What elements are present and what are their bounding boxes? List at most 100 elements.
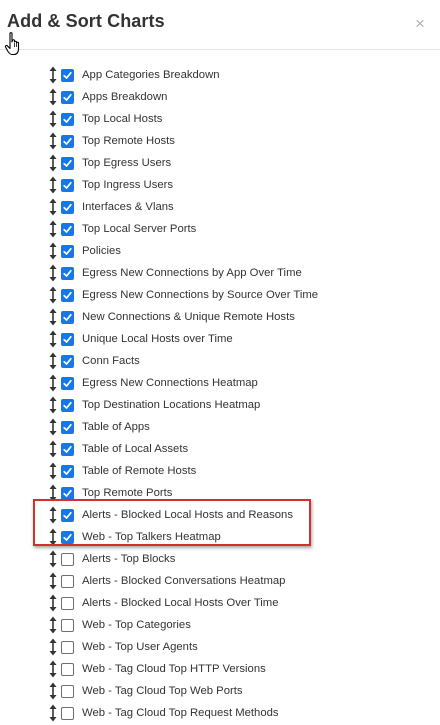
- drag-handle-icon[interactable]: [48, 704, 58, 722]
- chart-list-item[interactable]: Alerts - Blocked Conversations Heatmap: [0, 571, 440, 593]
- chart-list-item[interactable]: Conn Facts: [0, 351, 440, 373]
- drag-handle-icon[interactable]: [48, 572, 58, 590]
- chart-label: Top Destination Locations Heatmap: [82, 399, 261, 411]
- drag-handle-icon[interactable]: [48, 638, 58, 656]
- chart-label: New Connections & Unique Remote Hosts: [82, 311, 295, 323]
- chart-checkbox[interactable]: [61, 685, 74, 698]
- chart-list-item[interactable]: Egress New Connections by App Over Time: [0, 263, 440, 285]
- chart-list-item[interactable]: Web - Top User Agents: [0, 637, 440, 659]
- close-icon[interactable]: ×: [415, 14, 425, 34]
- chart-list-item[interactable]: Table of Apps: [0, 417, 440, 439]
- drag-handle-icon[interactable]: [48, 308, 58, 326]
- chart-checkbox[interactable]: [61, 465, 74, 478]
- chart-list-item[interactable]: Policies: [0, 241, 440, 263]
- chart-checkbox[interactable]: [61, 113, 74, 126]
- chart-list-item[interactable]: Egress New Connections by Source Over Ti…: [0, 285, 440, 307]
- highlight-box: [33, 499, 311, 546]
- checkmark-icon: [63, 335, 72, 343]
- chart-checkbox[interactable]: [61, 267, 74, 280]
- chart-list-item[interactable]: Web - Tag Cloud Top Request Methods: [0, 703, 440, 725]
- drag-handle-icon[interactable]: [48, 660, 58, 678]
- chart-list-item[interactable]: App Categories Breakdown: [0, 65, 440, 87]
- chart-label: Interfaces & Vlans: [82, 201, 174, 213]
- drag-handle-icon[interactable]: [48, 396, 58, 414]
- chart-list-item[interactable]: Table of Local Assets: [0, 439, 440, 461]
- checkmark-icon: [63, 379, 72, 387]
- drag-handle-icon[interactable]: [48, 198, 58, 216]
- chart-list-item[interactable]: Top Remote Hosts: [0, 131, 440, 153]
- chart-checkbox[interactable]: [61, 223, 74, 236]
- chart-list-item[interactable]: Web - Top Categories: [0, 615, 440, 637]
- chart-label: Table of Local Assets: [82, 443, 189, 455]
- chart-label: Apps Breakdown: [82, 91, 168, 103]
- chart-checkbox[interactable]: [61, 399, 74, 412]
- dialog-title: Add & Sort Charts: [7, 11, 165, 31]
- drag-handle-icon[interactable]: [48, 594, 58, 612]
- chart-checkbox[interactable]: [61, 597, 74, 610]
- drag-handle-icon[interactable]: [48, 264, 58, 282]
- drag-handle-icon[interactable]: [48, 88, 58, 106]
- chart-checkbox[interactable]: [61, 641, 74, 654]
- drag-handle-icon[interactable]: [48, 462, 58, 480]
- chart-checkbox[interactable]: [61, 443, 74, 456]
- chart-list-item[interactable]: Apps Breakdown: [0, 87, 440, 109]
- drag-handle-icon[interactable]: [48, 110, 58, 128]
- chart-label: Top Local Hosts: [82, 113, 163, 125]
- chart-list-item[interactable]: Table of Remote Hosts: [0, 461, 440, 483]
- drag-handle-icon[interactable]: [48, 550, 58, 568]
- chart-checkbox[interactable]: [61, 91, 74, 104]
- drag-handle-icon[interactable]: [48, 682, 58, 700]
- chart-checkbox[interactable]: [61, 289, 74, 302]
- chart-checkbox[interactable]: [61, 333, 74, 346]
- chart-label: Web - Tag Cloud Top HTTP Versions: [82, 663, 266, 675]
- drag-handle-icon[interactable]: [48, 66, 58, 84]
- chart-label: Egress New Connections by Source Over Ti…: [82, 289, 319, 301]
- chart-checkbox[interactable]: [61, 421, 74, 434]
- chart-label: Alerts - Top Blocks: [82, 553, 176, 565]
- chart-checkbox[interactable]: [61, 553, 74, 566]
- chart-checkbox[interactable]: [61, 245, 74, 258]
- chart-checkbox[interactable]: [61, 575, 74, 588]
- chart-checkbox[interactable]: [61, 311, 74, 324]
- chart-list-item[interactable]: New Connections & Unique Remote Hosts: [0, 307, 440, 329]
- chart-list-item[interactable]: Unique Local Hosts over Time: [0, 329, 440, 351]
- chart-label: Web - Top User Agents: [82, 641, 198, 653]
- drag-handle-icon[interactable]: [48, 220, 58, 238]
- drag-handle-icon[interactable]: [48, 286, 58, 304]
- chart-checkbox[interactable]: [61, 619, 74, 632]
- drag-handle-icon[interactable]: [48, 154, 58, 172]
- chart-label: Top Remote Hosts: [82, 135, 175, 147]
- chart-checkbox[interactable]: [61, 69, 74, 82]
- chart-checkbox[interactable]: [61, 179, 74, 192]
- chart-list-item[interactable]: Web - Tag Cloud Top HTTP Versions: [0, 659, 440, 681]
- chart-checkbox[interactable]: [61, 355, 74, 368]
- chart-list-item[interactable]: Top Egress Users: [0, 153, 440, 175]
- drag-handle-icon[interactable]: [48, 616, 58, 634]
- drag-handle-icon[interactable]: [48, 352, 58, 370]
- chart-checkbox[interactable]: [61, 707, 74, 720]
- chart-list-item[interactable]: Alerts - Blocked Local Hosts Over Time: [0, 593, 440, 615]
- drag-handle-icon[interactable]: [48, 418, 58, 436]
- chart-list-item[interactable]: Top Ingress Users: [0, 175, 440, 197]
- drag-handle-icon[interactable]: [48, 374, 58, 392]
- chart-label: Alerts - Blocked Conversations Heatmap: [82, 575, 286, 587]
- chart-checkbox[interactable]: [61, 377, 74, 390]
- chart-checkbox[interactable]: [61, 135, 74, 148]
- chart-checkbox[interactable]: [61, 201, 74, 214]
- chart-checkbox[interactable]: [61, 157, 74, 170]
- chart-list-item[interactable]: Top Local Hosts: [0, 109, 440, 131]
- drag-handle-icon[interactable]: [48, 132, 58, 150]
- drag-handle-icon[interactable]: [48, 440, 58, 458]
- chart-list-item[interactable]: Interfaces & Vlans: [0, 197, 440, 219]
- drag-handle-icon[interactable]: [48, 242, 58, 260]
- chart-list-item[interactable]: Web - Tag Cloud Top Web Ports: [0, 681, 440, 703]
- checkmark-icon: [63, 93, 72, 101]
- drag-handle-icon[interactable]: [48, 330, 58, 348]
- chart-label: Table of Remote Hosts: [82, 465, 197, 477]
- chart-list-item[interactable]: Alerts - Top Blocks: [0, 549, 440, 571]
- chart-checkbox[interactable]: [61, 663, 74, 676]
- chart-list-item[interactable]: Top Local Server Ports: [0, 219, 440, 241]
- drag-handle-icon[interactable]: [48, 176, 58, 194]
- chart-list-item[interactable]: Egress New Connections Heatmap: [0, 373, 440, 395]
- chart-list-item[interactable]: Top Destination Locations Heatmap: [0, 395, 440, 417]
